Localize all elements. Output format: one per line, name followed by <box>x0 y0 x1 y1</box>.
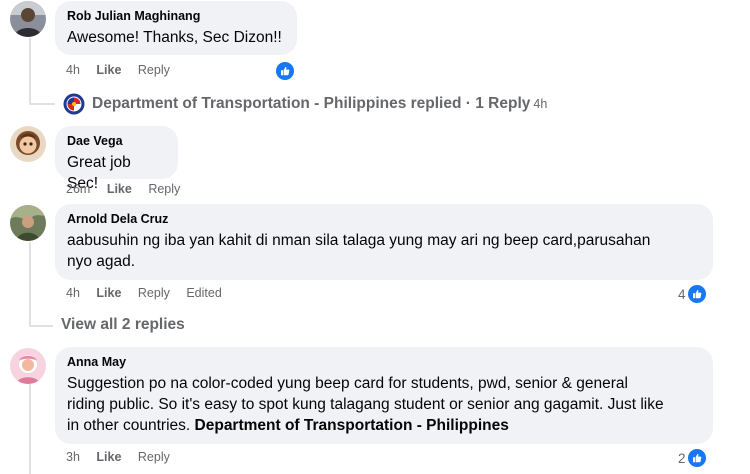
dotr-logo-icon <box>63 93 85 115</box>
view-all-replies-link[interactable]: View all 2 replies <box>61 316 185 334</box>
like-button[interactable]: Like <box>96 63 121 77</box>
reaction-badge[interactable] <box>275 61 295 81</box>
avatar[interactable] <box>10 348 46 384</box>
replies-link[interactable]: Department of Transportation - Philippin… <box>63 93 547 115</box>
thread-rail-elbow <box>29 103 55 105</box>
thread-rail <box>29 384 31 474</box>
comment-text: aabusuhin ng iba yan kahit di nman sila … <box>67 232 651 249</box>
reply-button[interactable]: Reply <box>138 286 170 300</box>
comment-text: Suggestion po na color-coded yung beep c… <box>67 375 628 392</box>
thread-rail <box>29 242 31 327</box>
replies-link-text: Department of Transportation - Philippin… <box>92 95 531 112</box>
reaction-count: 2 <box>678 450 686 466</box>
comment-time[interactable]: 26m <box>66 182 90 196</box>
comment-author[interactable]: Anna May <box>67 354 701 371</box>
comment-time[interactable]: 4h <box>66 63 80 77</box>
avatar[interactable] <box>10 205 46 241</box>
comment-actions: 4h Like Reply <box>66 63 183 77</box>
reply-button[interactable]: Reply <box>138 63 170 77</box>
thumbs-up-icon <box>686 284 707 304</box>
reaction-badge[interactable]: 2 <box>678 448 707 468</box>
edited-label: Edited <box>186 286 222 300</box>
reply-button[interactable]: Reply <box>138 450 170 464</box>
thread-rail-elbow <box>29 325 53 327</box>
reply-time: 4h <box>533 97 548 111</box>
comment-bubble: Anna May Suggestion po na color-coded yu… <box>55 347 713 444</box>
comment-author[interactable]: Arnold Dela Cruz <box>67 211 701 228</box>
thumbs-up-icon <box>275 61 295 81</box>
comment-author[interactable]: Dae Vega <box>67 133 166 150</box>
comment-author[interactable]: Rob Julian Maghinang <box>67 8 285 25</box>
comment-text: Awesome! Thanks, Sec Dizon!! <box>67 29 282 46</box>
like-button[interactable]: Like <box>96 450 121 464</box>
avatar[interactable] <box>10 126 46 162</box>
avatar[interactable] <box>10 1 46 37</box>
comment-time[interactable]: 3h <box>66 450 80 464</box>
comment-text: riding public. So it's easy to spot kung… <box>67 396 664 413</box>
comment-text: nyo agad. <box>67 253 136 270</box>
comment-time[interactable]: 4h <box>66 286 80 300</box>
reaction-count: 4 <box>678 286 686 302</box>
comment-bubble: Dae Vega Great job Sec! <box>55 126 178 192</box>
like-button[interactable]: Like <box>96 286 121 300</box>
comment-actions: 26m Like Reply <box>66 182 193 196</box>
comment-bubble: Rob Julian Maghinang Awesome! Thanks, Se… <box>55 1 297 55</box>
thumbs-up-icon <box>686 448 707 468</box>
reaction-badge[interactable]: 4 <box>678 284 707 304</box>
comment-text-last-line: in other countries. Department of Transp… <box>67 415 701 436</box>
like-button[interactable]: Like <box>107 182 132 196</box>
thread-rail <box>29 38 31 105</box>
comment-bubble: Arnold Dela Cruz aabusuhin ng iba yan ka… <box>55 204 713 280</box>
comment-actions: 4h Like Reply Edited <box>66 286 235 300</box>
comment-actions: 3h Like Reply <box>66 450 183 464</box>
reply-button[interactable]: Reply <box>148 182 180 196</box>
comment-text: in other countries. <box>67 417 191 434</box>
mention-link[interactable]: Department of Transportation - Philippin… <box>195 417 509 434</box>
